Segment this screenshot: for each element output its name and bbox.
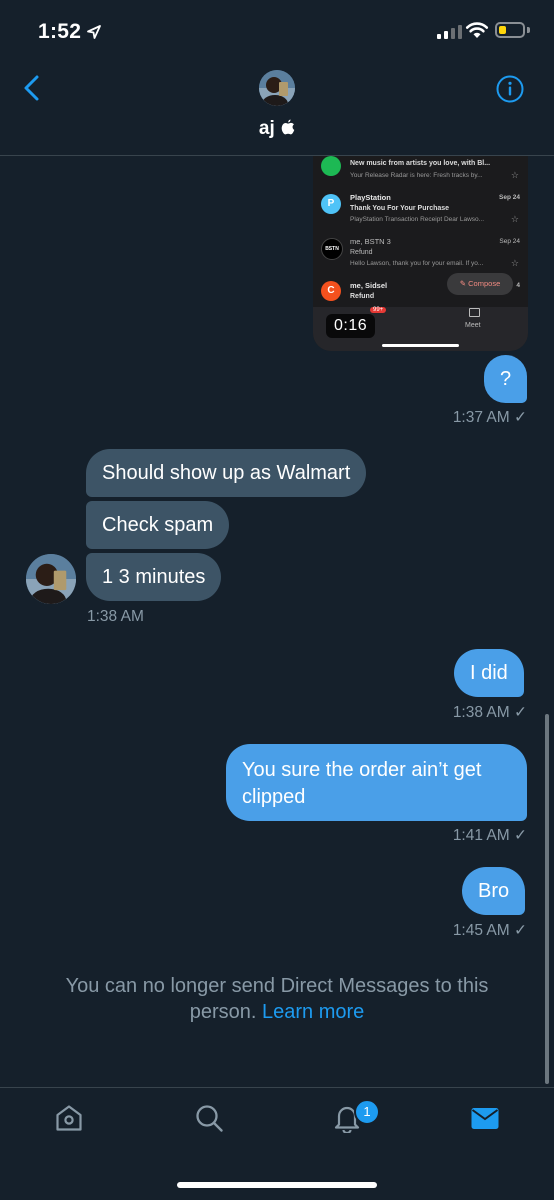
back-button[interactable] [20,74,44,102]
apple-icon [281,119,295,135]
sender-avatar: P [321,194,341,214]
message-line: clipped [242,786,306,808]
message-timestamp: 1:38 AM [87,608,144,625]
video-camera-icon [469,308,480,317]
sender-avatar: C [321,281,341,301]
pencil-icon: ✎ [459,279,467,288]
dm-disabled-notice: You can no longer send Direct Messages t… [30,973,524,1025]
email-sender: me, BSTN 3 [350,237,391,246]
message-timestamp: 1:37 AM ✓ [453,408,527,427]
message-bubble-sent[interactable]: I did [454,649,524,697]
wifi-icon [465,22,489,38]
tab-bar-divider [0,1087,554,1088]
battery-icon [495,22,525,38]
compose-button: ✎ Compose [447,273,513,295]
email-subject: New music from artists you love, with Bl… [350,160,491,167]
location-arrow-icon [87,25,101,39]
message-timestamp: 1:41 AM ✓ [453,826,527,845]
email-preview: PlayStation Transaction Receipt Dear Law… [350,216,485,223]
compose-label: Compose [468,279,501,288]
message-bubble-received[interactable]: 1 3 minutes [86,553,222,601]
star-icon: ☆ [510,214,519,224]
mail-badge: 99+ [370,307,387,313]
message-bubble-received[interactable]: Should show up as Walmart [86,449,367,497]
avatar-image [26,554,76,604]
email-subject: Thank You For Your Purchase [350,205,450,212]
cellular-signal-icon [437,25,462,39]
email-preview: Hello Lawson, thank you for your email. … [350,260,484,267]
status-time: 1:52 [38,20,82,43]
timestamp-text: 1:37 AM [452,409,510,426]
email-date: 4 [516,282,520,289]
notice-text: person. [189,1001,257,1023]
avatar[interactable] [259,70,295,106]
message-bubble-sent[interactable]: Bro [462,867,526,915]
video-attachment[interactable]: New music from artists you love, with Bl… [313,156,528,351]
messages-mail-icon[interactable] [470,1103,500,1133]
home-indicator [177,1182,377,1188]
meet-label: Meet [465,322,481,329]
checkmark-icon: ✓ [514,827,527,844]
scrollbar[interactable] [545,714,549,1084]
list-item: New music from artists you love, with Bl… [313,156,528,192]
spotify-icon [321,156,341,176]
sender-avatar: BSTN [321,238,343,260]
avatar-image [259,70,295,106]
checkmark-icon: ✓ [514,704,527,721]
home-indicator-small [382,344,459,347]
email-subject: Refund [350,249,373,256]
message-bubble-sent[interactable]: ? [484,355,527,403]
timestamp-text: 1:38 AM [452,704,510,721]
learn-more-link[interactable]: Learn more [262,1001,364,1023]
list-item: BSTN me, BSTN 3 Sep 24 Refund Hello Laws… [313,234,528,278]
message-bubble-received[interactable]: Check spam [86,501,230,549]
search-icon[interactable] [194,1103,224,1133]
battery-tip [527,27,530,33]
checkmark-icon: ✓ [514,409,527,426]
star-icon: ☆ [510,258,519,268]
conversation-title: aj [0,118,554,140]
message-timestamp: 1:38 AM ✓ [453,703,527,722]
sender-avatar[interactable] [26,554,76,604]
info-icon[interactable] [495,74,525,104]
home-icon[interactable] [54,1103,84,1133]
timestamp-text: 1:45 AM [452,922,510,939]
checkmark-icon: ✓ [514,922,527,939]
message-line: You sure the order ain’t get [242,759,482,781]
email-sender: PlayStation [350,193,391,202]
notifications-badge: 1 [354,1099,380,1125]
notice-line: person. Learn more [30,999,524,1025]
email-date: Sep 24 [499,194,520,201]
email-date: Sep 24 [499,238,520,245]
conversation-name: aj [258,118,275,139]
list-item: P PlayStation Sep 24 Thank You For Your … [313,190,528,234]
notice-line: You can no longer send Direct Messages t… [65,975,489,997]
message-timestamp: 1:45 AM ✓ [453,921,527,940]
star-icon: ☆ [510,170,519,180]
message-bubble-sent[interactable]: You sure the order ain’t get clipped [226,744,527,821]
video-duration: 0:16 [326,314,376,338]
email-subject: Refund [350,293,375,300]
email-preview: Your Release Radar is here: Fresh tracks… [350,172,483,179]
timestamp-text: 1:41 AM [452,827,510,844]
email-sender: me, Sidsel [350,281,388,290]
